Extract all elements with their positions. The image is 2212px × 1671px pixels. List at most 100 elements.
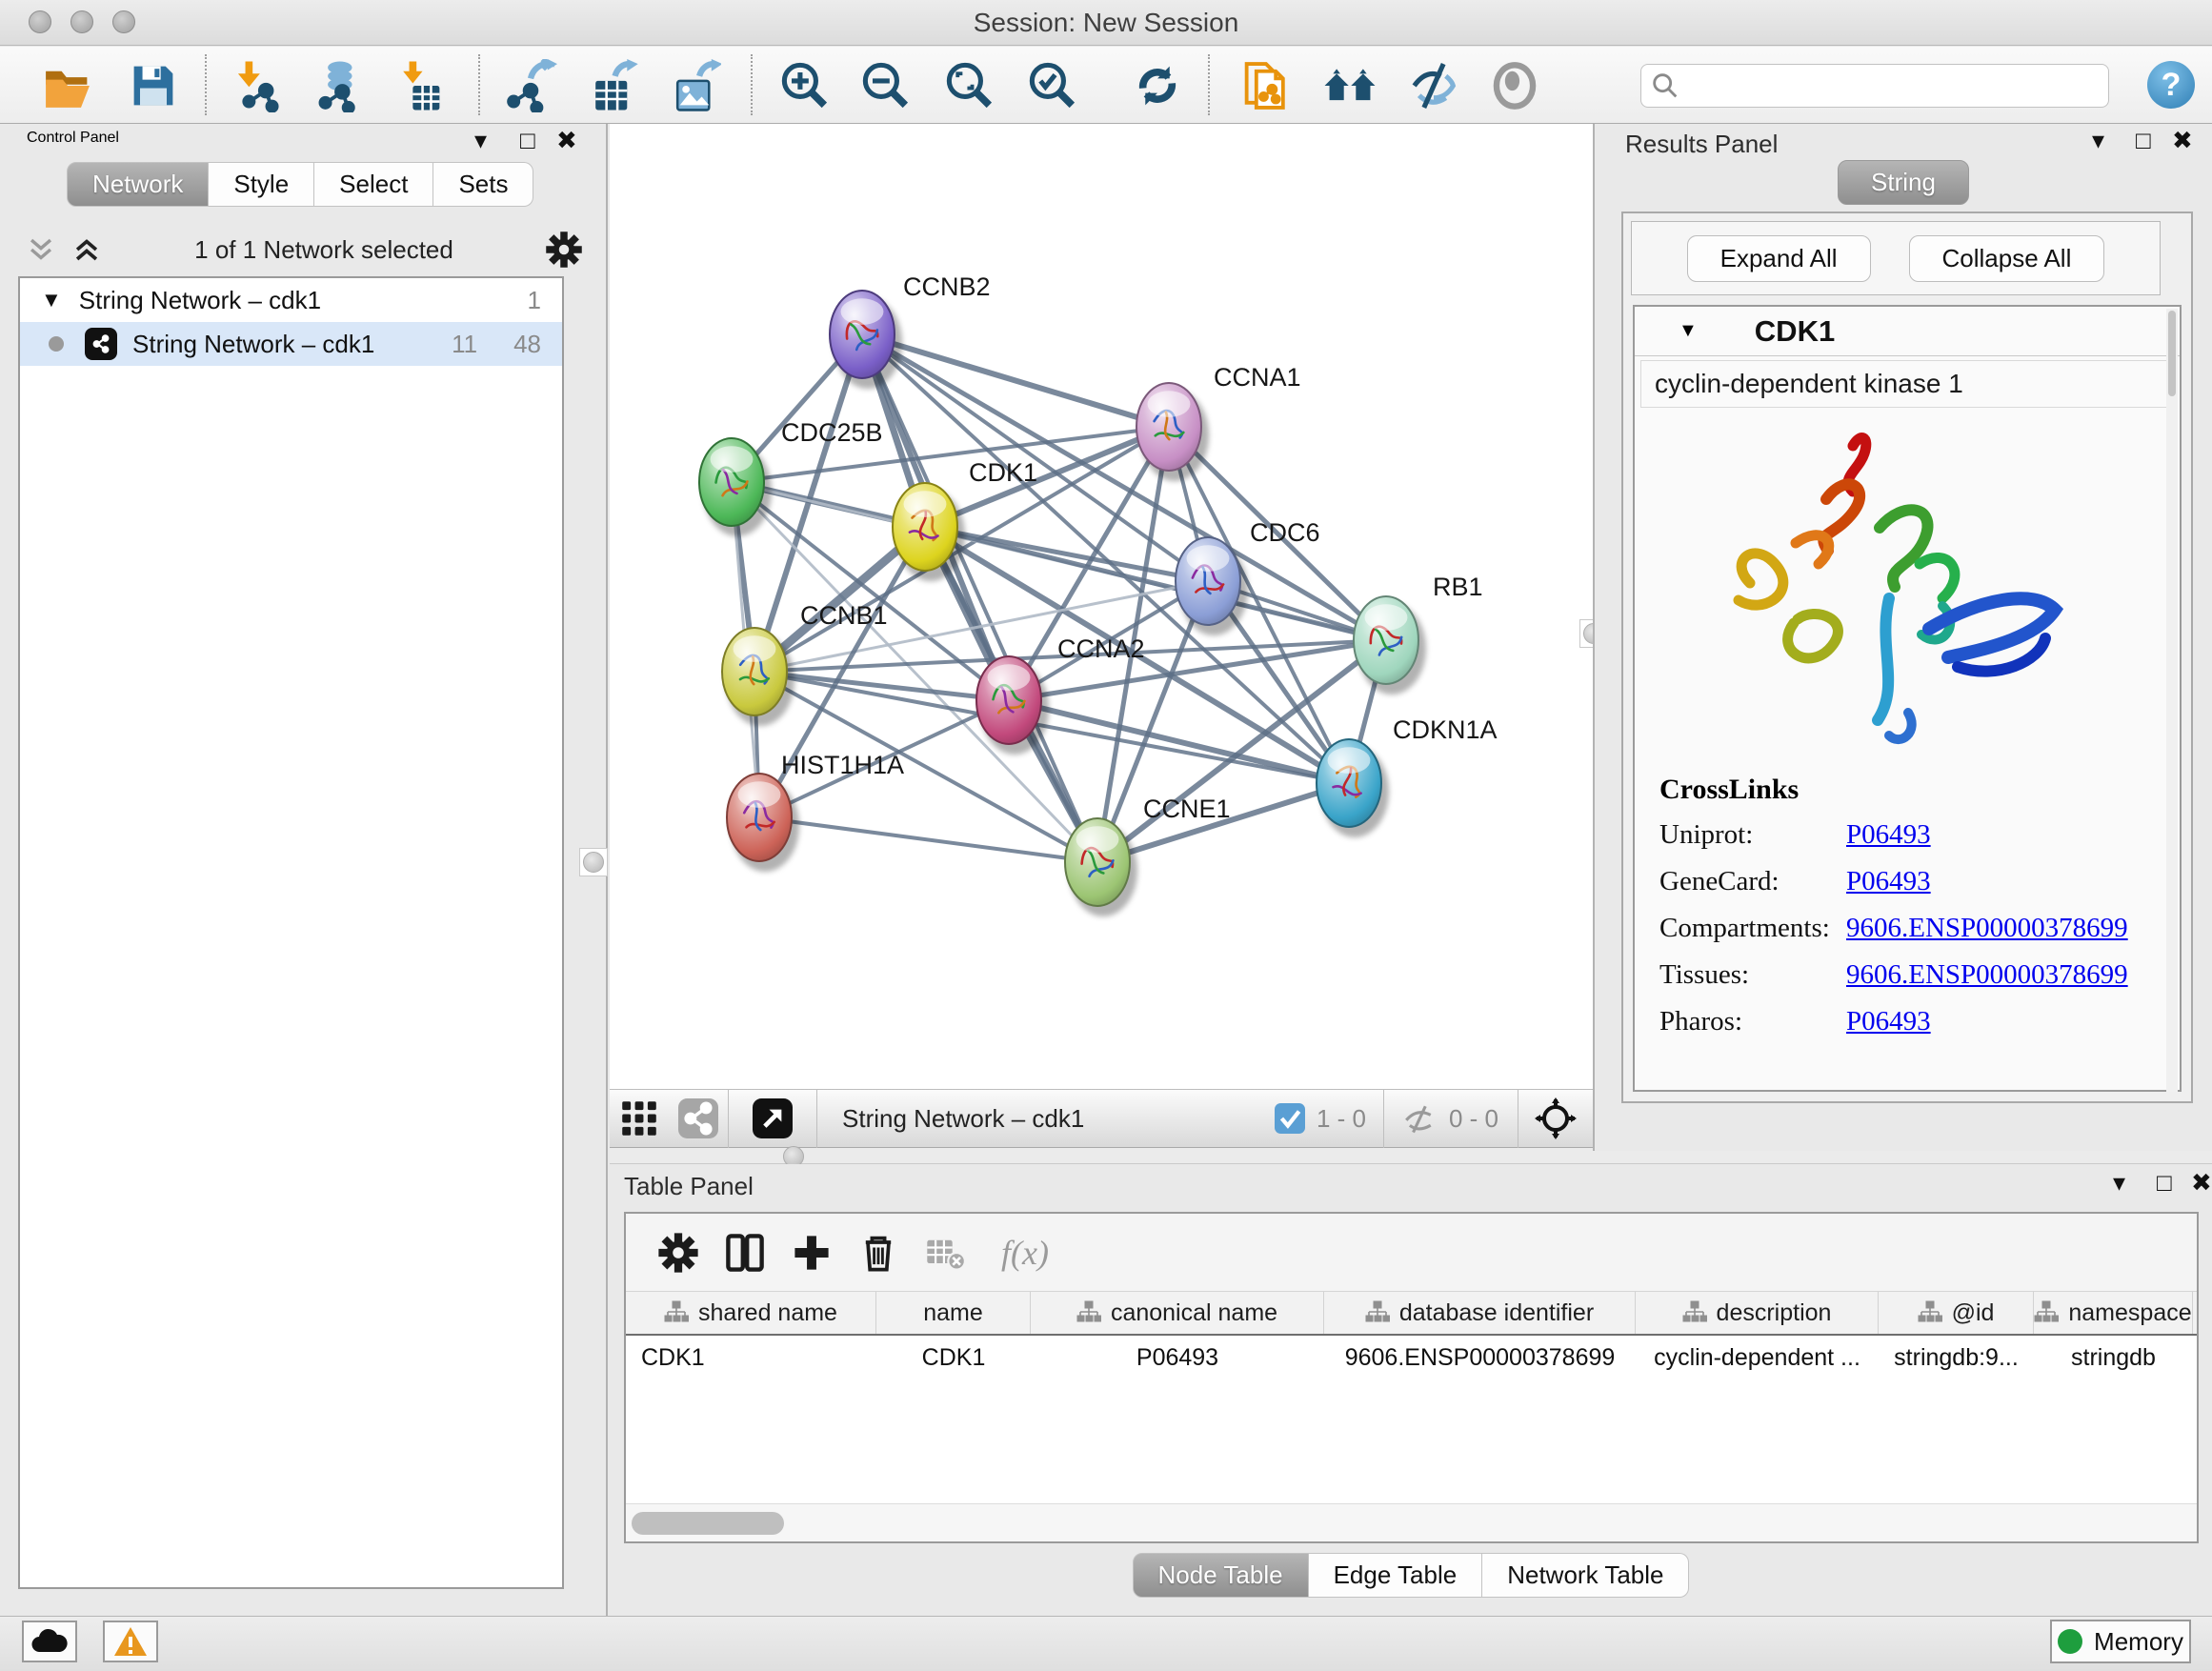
tab-edge-table[interactable]: Edge Table [1309, 1553, 1483, 1598]
network-canvas[interactable]: CCNB2CCNA1CDC25BCDK1CDC6RB1CCNB1CCNA2CDK… [610, 124, 1593, 1089]
add-column-icon[interactable] [778, 1226, 845, 1279]
hide-panel-icon[interactable] [1406, 58, 1461, 113]
edge-CCNB2-CCNE1[interactable] [862, 334, 1097, 862]
node-RB1[interactable] [1354, 596, 1426, 695]
table-row[interactable]: CDK1CDK1P064939606.ENSP00000378699cyclin… [626, 1336, 2197, 1379]
cell-description[interactable]: cyclin-dependent ... [1636, 1336, 1879, 1379]
show-panel-icon[interactable] [1487, 58, 1542, 113]
column-header-database-identifier[interactable]: database identifier [1324, 1292, 1636, 1334]
node-CCNE1[interactable] [1065, 818, 1137, 916]
cell-canonical-name[interactable]: P06493 [1031, 1336, 1324, 1379]
left-splitter-handle[interactable] [579, 848, 608, 876]
table-horizontal-scrollbar[interactable] [626, 1503, 2197, 1541]
table-panel-close-icon[interactable]: ✖ [2191, 1168, 2212, 1198]
zoom-selected-icon[interactable] [1025, 58, 1080, 113]
tab-style[interactable]: Style [209, 162, 314, 207]
crosslink-link[interactable]: 9606.ENSP00000378699 [1846, 959, 2128, 991]
expand-all-chevron-icon[interactable] [70, 233, 103, 266]
hidden-eye-icon[interactable] [1399, 1099, 1438, 1137]
delete-table-icon[interactable] [912, 1226, 978, 1279]
results-panel-float-icon[interactable]: □ [2136, 126, 2151, 155]
delete-column-icon[interactable] [845, 1226, 912, 1279]
home-icon[interactable] [1322, 58, 1377, 113]
tab-network-table[interactable]: Network Table [1482, 1553, 1689, 1598]
column-header-description[interactable]: description [1636, 1292, 1879, 1334]
cell-database-identifier[interactable]: 9606.ENSP00000378699 [1324, 1336, 1636, 1379]
table-panel-float-icon[interactable]: □ [2157, 1168, 2172, 1198]
birds-eye-view-icon[interactable] [1518, 1092, 1593, 1145]
export-image-icon[interactable] [667, 58, 722, 113]
network-share-view-icon[interactable] [669, 1092, 728, 1145]
selected-checkbox-icon[interactable] [1275, 1103, 1305, 1134]
tab-select[interactable]: Select [314, 162, 433, 207]
import-database-icon[interactable] [309, 58, 364, 113]
column-header--id[interactable]: @id [1879, 1292, 2034, 1334]
zoom-fit-icon[interactable] [942, 58, 997, 113]
save-session-icon[interactable] [126, 58, 181, 113]
export-network-icon[interactable] [503, 58, 558, 113]
open-in-new-window-icon[interactable] [729, 1092, 816, 1145]
results-panel-close-icon[interactable]: ✖ [2172, 126, 2193, 155]
crosslink-link[interactable]: P06493 [1846, 866, 1931, 897]
network-row[interactable]: String Network – cdk1 11 48 [20, 322, 562, 366]
cell-shared-name[interactable]: CDK1 [626, 1336, 876, 1379]
column-header-name[interactable]: name [876, 1292, 1031, 1334]
cell-namespace[interactable]: stringdb [2034, 1336, 2193, 1379]
column-header-namespace[interactable]: namespace [2034, 1292, 2193, 1334]
refresh-layout-icon[interactable] [1130, 58, 1185, 113]
table-panel-menu-caret[interactable]: ▾ [2113, 1168, 2125, 1198]
gene-caret-icon[interactable]: ▼ [1679, 320, 1698, 342]
collection-caret-icon[interactable]: ▼ [41, 288, 62, 312]
zoom-in-icon[interactable] [777, 58, 833, 113]
results-panel-menu-caret[interactable]: ▾ [2092, 126, 2104, 155]
edge-CCNB2-CCNA1[interactable] [862, 334, 1169, 427]
cell-name[interactable]: CDK1 [876, 1336, 1031, 1379]
collapse-all-chevron-icon[interactable] [25, 233, 57, 266]
gene-card-header[interactable]: ▼ CDK1 [1635, 307, 2180, 356]
cell--id[interactable]: stringdb:9... [1879, 1336, 2034, 1379]
tab-string[interactable]: String [1838, 160, 1969, 205]
grid-view-icon[interactable] [610, 1092, 669, 1145]
column-header-shared-name[interactable]: shared name [626, 1292, 876, 1334]
node-CCNB2[interactable] [830, 291, 902, 389]
select-columns-icon[interactable] [712, 1226, 778, 1279]
tab-node-table[interactable]: Node Table [1133, 1553, 1309, 1598]
export-table-icon[interactable] [585, 58, 640, 113]
node-CDC25B[interactable] [699, 438, 772, 536]
crosslink-link[interactable]: P06493 [1846, 819, 1931, 851]
scrollbar-thumb[interactable] [632, 1512, 784, 1535]
column-header-label: canonical name [1111, 1299, 1277, 1327]
tab-sets[interactable]: Sets [433, 162, 533, 207]
function-builder-icon[interactable]: f(x) [992, 1226, 1058, 1279]
crosslink-row: Compartments:9606.ENSP00000378699 [1659, 913, 2155, 944]
tab-network[interactable]: Network [67, 162, 209, 207]
network-collection-row[interactable]: ▼ String Network – cdk1 1 [20, 278, 562, 322]
help-icon[interactable]: ? [2147, 61, 2195, 109]
gear-icon[interactable] [545, 231, 583, 269]
import-table-icon[interactable] [392, 58, 448, 113]
search-input[interactable] [1689, 72, 2108, 99]
control-panel-title: Control Panel [27, 130, 119, 147]
node-CCNA2[interactable] [976, 656, 1049, 755]
gear-icon[interactable] [645, 1226, 712, 1279]
import-network-icon[interactable] [229, 58, 284, 113]
expand-all-button[interactable]: Expand All [1687, 235, 1871, 282]
string-document-icon[interactable] [1238, 58, 1294, 113]
memory-button[interactable]: Memory [2050, 1620, 2191, 1663]
edge-HIST1H1A-CCNE1[interactable] [759, 817, 1097, 862]
node-CDKN1A[interactable] [1317, 739, 1389, 837]
collapse-all-button[interactable]: Collapse All [1909, 235, 2105, 282]
cloud-status-button[interactable] [22, 1621, 77, 1662]
control-panel-menu-caret[interactable]: ▾ [474, 126, 487, 155]
node-HIST1H1A[interactable] [727, 774, 799, 872]
warning-status-button[interactable] [103, 1621, 158, 1662]
crosslink-link[interactable]: 9606.ENSP00000378699 [1846, 913, 2128, 944]
control-panel-float-icon[interactable]: □ [520, 126, 535, 155]
zoom-out-icon[interactable] [858, 58, 914, 113]
control-panel-close-icon[interactable]: ✖ [556, 126, 577, 155]
crosslink-link[interactable]: P06493 [1846, 1006, 1931, 1037]
open-file-icon[interactable] [40, 58, 95, 113]
column-header-canonical-name[interactable]: canonical name [1031, 1292, 1324, 1334]
column-header-label: description [1717, 1299, 1832, 1327]
results-scrollbar[interactable] [2166, 309, 2178, 1092]
